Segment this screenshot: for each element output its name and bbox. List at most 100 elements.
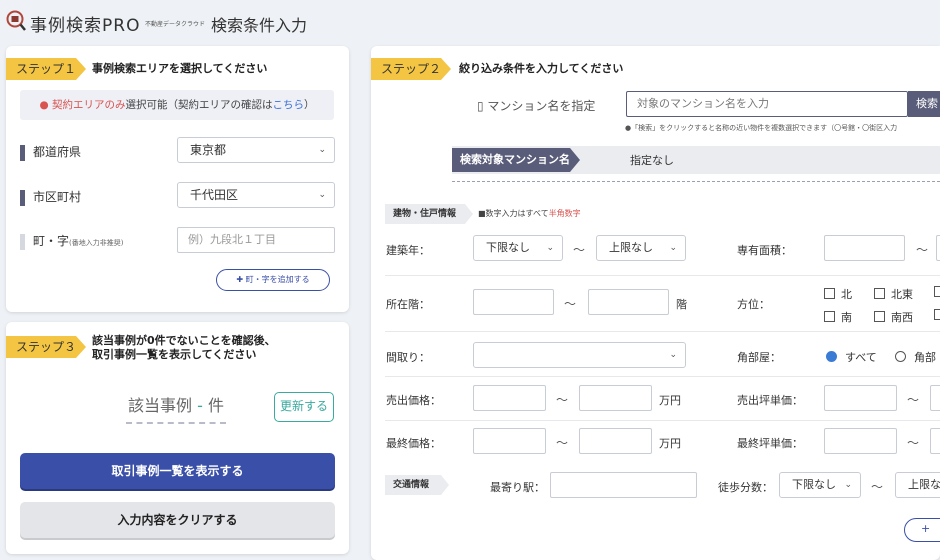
building-section-note: ■数字入力はすべて半角数字	[478, 209, 581, 218]
step2-description: 絞り込み条件を入力してください	[459, 62, 624, 75]
direction-north-checkbox[interactable]: 北	[824, 286, 852, 302]
row-divider	[385, 275, 940, 276]
step2-card: ステップ２ 絞り込み条件を入力してください ▯ マンション名を指定 対象のマンシ…	[371, 46, 940, 560]
final-price-min-input[interactable]	[473, 428, 546, 454]
corner-all-radio[interactable]: すべて	[826, 349, 877, 365]
sale-unit-price-min-input[interactable]	[824, 385, 897, 411]
show-list-button[interactable]: 取引事例一覧を表示する	[20, 453, 335, 489]
area-max-input[interactable]	[936, 235, 940, 261]
chevron-down-icon: ⌄	[318, 145, 326, 155]
chevron-down-icon: ⌄	[844, 480, 852, 490]
contract-area-notice: ● 契約エリアのみ選択可能（契約エリアの確認はこちら）	[20, 90, 334, 120]
mansion-search-button[interactable]: 検索	[908, 91, 940, 117]
sale-price-max-input[interactable]	[579, 385, 652, 411]
target-mansion-value: 指定なし	[630, 154, 674, 167]
page-title: 検索条件入力	[211, 16, 308, 35]
corner-label: 角部屋：	[737, 351, 781, 364]
floor-max-input[interactable]	[588, 289, 669, 315]
step3-card: ステップ３ 該当事例が0件でないことを確認後、 取引事例一覧を表示してください …	[6, 322, 349, 554]
building-section-tag: 建物・住戸情報	[385, 204, 473, 224]
result-count: 該当事例 - 件	[128, 396, 224, 415]
contract-area-only-text: 契約エリアのみ	[52, 99, 126, 111]
corner-only-radio[interactable]: 角部	[895, 349, 936, 365]
range-tilde: ～	[556, 393, 569, 407]
final-unit-price-min-input[interactable]	[824, 428, 897, 454]
built-year-label: 建築年：	[386, 244, 430, 257]
mansion-search-hint: ●「検索」をクリックすると名称の近い物件を複数選択できます（〇号館・〇街区入力	[625, 124, 898, 132]
app-header: 事例検索PRO 不動産データクラウド 検索条件入力	[0, 0, 940, 44]
range-tilde: ～	[556, 436, 569, 450]
sale-unit-price-max-input[interactable]	[930, 385, 940, 411]
built-year-max-select[interactable]: 上限なし ⌄	[596, 235, 686, 261]
range-tilde: ～	[871, 480, 884, 494]
chevron-down-icon: ⌄	[669, 350, 677, 360]
sale-unit-price-label: 売出坪単価：	[737, 394, 803, 407]
range-tilde: ～	[573, 243, 586, 257]
layout-select[interactable]: ⌄	[473, 342, 686, 368]
step2-tag: ステップ２	[371, 58, 451, 80]
chevron-down-icon: ⌄	[546, 243, 554, 253]
range-tilde: ～	[564, 297, 577, 311]
clear-button[interactable]: 入力内容をクリアする	[20, 502, 335, 538]
target-mansion-tag: 検索対象マンション名	[452, 148, 580, 172]
step1-description: 事例検索エリアを選択してください	[92, 62, 268, 75]
walk-min-select[interactable]: 下限なし ⌄	[779, 472, 861, 498]
area-min-input[interactable]	[824, 235, 905, 261]
app-logo-text: 事例検索PRO	[30, 16, 141, 36]
result-underline	[126, 422, 226, 424]
direction-southwest-checkbox[interactable]: 南西	[874, 309, 913, 325]
add-station-button[interactable]: +	[904, 518, 940, 542]
direction-label: 方位：	[737, 298, 770, 311]
mansion-label: ▯ マンション名を指定	[477, 99, 596, 113]
row-divider	[385, 420, 940, 421]
row-divider	[385, 376, 940, 377]
app-logo-subtitle: 不動産データクラウド	[145, 21, 206, 28]
floor-label: 所在階：	[386, 298, 430, 311]
walk-max-select[interactable]: 上限な	[895, 472, 940, 498]
step1-tag: ステップ１	[6, 58, 86, 80]
step3-description-line2: 取引事例一覧を表示してください	[92, 348, 257, 361]
sale-price-min-input[interactable]	[473, 385, 546, 411]
city-select[interactable]: 千代田区 ⌄	[177, 182, 335, 208]
plus-icon: +	[921, 522, 931, 535]
sale-price-label: 売出価格：	[386, 394, 441, 407]
station-input[interactable]	[550, 472, 697, 498]
plus-icon: ✚	[236, 275, 246, 284]
final-price-max-input[interactable]	[579, 428, 652, 454]
final-unit-price-max-input[interactable]	[930, 428, 940, 454]
sale-price-unit: 万円	[659, 394, 681, 407]
prefecture-label: 都道府県	[20, 143, 81, 161]
add-town-button[interactable]: ✚ 町・字を追加する	[216, 269, 330, 291]
magnifier-house-icon	[6, 10, 26, 31]
town-input[interactable]: 例）九段北１丁目	[177, 227, 335, 253]
chevron-down-icon: ⌄	[318, 190, 326, 200]
direction-northeast-checkbox[interactable]: 北東	[874, 286, 913, 302]
chevron-down-icon: ⌄	[669, 243, 677, 253]
direction-south-checkbox[interactable]: 南	[824, 309, 852, 325]
built-year-min-select[interactable]: 下限なし ⌄	[473, 235, 563, 261]
layout-label: 間取り：	[386, 351, 430, 364]
mansion-input[interactable]: 対象のマンション名を入力	[626, 91, 908, 117]
prefecture-select[interactable]: 東京都 ⌄	[177, 137, 335, 163]
direction-more-checkbox[interactable]	[934, 286, 940, 299]
final-price-unit: 万円	[659, 437, 681, 450]
floor-unit: 階	[676, 298, 687, 311]
town-label: 町・字(番地入力非推奨)	[20, 232, 123, 250]
floor-min-input[interactable]	[473, 289, 554, 315]
contract-area-link[interactable]: こちら	[273, 99, 305, 111]
range-tilde: ～	[907, 393, 920, 407]
final-unit-price-label: 最終坪単価：	[737, 437, 803, 450]
station-label: 最寄り駅：	[490, 481, 545, 494]
target-separator	[452, 181, 940, 182]
final-price-label: 最終価格：	[386, 437, 441, 450]
range-tilde: ～	[916, 243, 929, 257]
traffic-section-tag: 交通情報	[385, 475, 449, 495]
walk-label: 徒歩分数：	[718, 481, 773, 494]
row-divider	[385, 331, 940, 332]
area-label: 専有面積：	[737, 244, 792, 257]
direction-more2-checkbox[interactable]	[934, 309, 940, 322]
range-tilde: ～	[907, 436, 920, 450]
step3-tag: ステップ３	[6, 336, 86, 358]
step1-card: ステップ１ 事例検索エリアを選択してください ● 契約エリアのみ選択可能（契約エ…	[6, 46, 349, 312]
refresh-button[interactable]: 更新する	[274, 392, 334, 422]
